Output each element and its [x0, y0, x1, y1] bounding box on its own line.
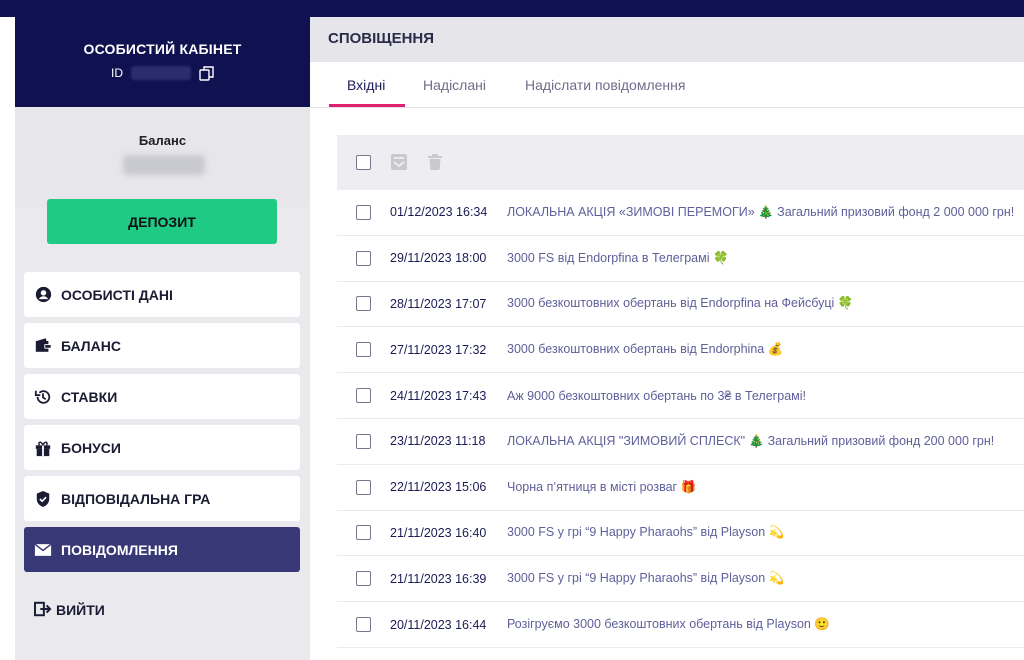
- sidebar-item-label: ОСОБИСТІ ДАНІ: [61, 286, 173, 303]
- copy-icon[interactable]: [199, 65, 215, 81]
- gift-icon: [34, 439, 52, 457]
- sidebar-menu: ОСОБИСТІ ДАНІ БАЛАНС СТАВКИ БОНУСИ ВІДПО…: [24, 272, 300, 578]
- sidebar-item-label: БАЛАНС: [61, 337, 121, 354]
- message-subject[interactable]: 3000 FS у грі “9 Happy Pharaohs” від Pla…: [507, 571, 784, 586]
- table-row[interactable]: 27/11/2023 17:32 3000 безкоштовних оберт…: [337, 327, 1024, 374]
- main-content: СПОВІЩЕННЯ Вхідні Надіслані Надіслати по…: [310, 17, 1024, 660]
- table-row[interactable]: 22/11/2023 15:06 Чорна п’ятниця в місті …: [337, 465, 1024, 511]
- table-row[interactable]: 29/11/2023 18:00 3000 FS від Endorpfina …: [337, 236, 1024, 282]
- sidebar-item-personal-data[interactable]: ОСОБИСТІ ДАНІ: [24, 272, 300, 317]
- logout-icon: [34, 601, 52, 619]
- balance-label: Баланс: [138, 133, 187, 148]
- envelope-icon: [34, 541, 52, 559]
- table-row[interactable]: 01/12/2023 16:34 ЛОКАЛЬНА АКЦІЯ «ЗИМОВІ …: [337, 190, 1024, 236]
- message-subject[interactable]: Аж 9000 безкоштовних обертань по 3₴ в Те…: [507, 389, 806, 403]
- row-checkbox[interactable]: [356, 204, 371, 220]
- logout-label: ВИЙТИ: [56, 602, 105, 618]
- sidebar-item-balance[interactable]: БАЛАНС: [24, 323, 300, 368]
- message-subject[interactable]: 3000 безкоштовних обертань від Endorphin…: [507, 342, 783, 357]
- id-label: ID: [111, 66, 123, 80]
- user-icon: [34, 286, 52, 304]
- shield-icon: [34, 490, 52, 508]
- message-date: 23/11/2023 11:18: [390, 434, 486, 449]
- message-date: 21/11/2023 16:39: [390, 571, 487, 586]
- sidebar-item-label: БОНУСИ: [61, 439, 121, 456]
- sidebar-item-label: ПОВІДОМЛЕННЯ: [61, 541, 178, 558]
- active-tab-indicator: [329, 104, 405, 107]
- logout-button[interactable]: ВИЙТИ: [34, 601, 105, 619]
- balance-value-hidden: [123, 155, 205, 175]
- sidebar-item-bonuses[interactable]: БОНУСИ: [24, 425, 300, 470]
- table-row[interactable]: 28/11/2023 17:07 3000 безкоштовних оберт…: [337, 282, 1024, 328]
- wallet-icon: [34, 337, 52, 355]
- row-checkbox[interactable]: [356, 388, 371, 404]
- row-checkbox[interactable]: [356, 342, 371, 358]
- sidebar-item-label: ВІДПОВІДАЛЬНА ГРА: [61, 490, 211, 507]
- select-all-checkbox[interactable]: [356, 155, 371, 170]
- sidebar: ОСОБИСТИЙ КАБІНЕТ ID Баланс ДЕПОЗИТ ОСОБ…: [15, 17, 310, 660]
- table-row[interactable]: 21/11/2023 16:40 3000 FS у грі “9 Happy …: [337, 511, 1024, 557]
- user-id: ID: [111, 65, 215, 81]
- message-date: 29/11/2023 18:00: [390, 251, 487, 266]
- trash-icon[interactable]: [427, 153, 445, 171]
- deposit-button[interactable]: ДЕПОЗИТ: [47, 199, 277, 244]
- sidebar-item-messages[interactable]: ПОВІДОМЛЕННЯ: [24, 527, 300, 572]
- sidebar-item-bets[interactable]: СТАВКИ: [24, 374, 300, 419]
- profile-title: ОСОБИСТИЙ КАБІНЕТ: [83, 41, 242, 57]
- message-subject[interactable]: 3000 FS від Endorpfina в Телеграмі 🍀: [507, 251, 729, 266]
- message-date: 20/11/2023 16:44: [390, 617, 487, 632]
- message-toolbar: [337, 135, 1024, 190]
- row-checkbox[interactable]: [356, 250, 371, 266]
- table-row[interactable]: 21/11/2023 16:39 3000 FS у грі “9 Happy …: [337, 556, 1024, 603]
- message-date: 21/11/2023 16:40: [390, 525, 487, 540]
- row-checkbox[interactable]: [356, 433, 371, 449]
- mark-read-icon[interactable]: [390, 153, 408, 171]
- message-date: 01/12/2023 16:34: [390, 205, 488, 220]
- message-date: 28/11/2023 17:07: [390, 296, 487, 311]
- row-checkbox[interactable]: [356, 479, 371, 495]
- message-subject[interactable]: Розігруємо 3000 безкоштовних обертань ві…: [507, 617, 830, 632]
- row-checkbox[interactable]: [356, 571, 371, 587]
- left-gutter: [0, 17, 15, 660]
- message-date: 24/11/2023 17:43: [390, 388, 487, 403]
- message-subject[interactable]: ЛОКАЛЬНА АКЦІЯ «ЗИМОВІ ПЕРЕМОГИ» 🎄 Загал…: [507, 205, 1014, 220]
- balance-block: Баланс: [15, 107, 310, 207]
- message-subject[interactable]: 3000 безкоштовних обертань від Endorpfin…: [507, 296, 853, 311]
- message-subject[interactable]: ЛОКАЛЬНА АКЦІЯ "ЗИМОВИЙ СПЛЕСК" 🎄 Загаль…: [507, 434, 994, 449]
- message-list: 01/12/2023 16:34 ЛОКАЛЬНА АКЦІЯ «ЗИМОВІ …: [337, 190, 1024, 648]
- history-icon: [34, 388, 52, 406]
- page-header: СПОВІЩЕННЯ: [310, 17, 1024, 62]
- tab-send-message[interactable]: Надіслати повідомлення: [525, 77, 685, 93]
- message-date: 27/11/2023 17:32: [390, 342, 487, 357]
- row-checkbox[interactable]: [356, 617, 371, 633]
- table-row[interactable]: 20/11/2023 16:44 Розігруємо 3000 безкошт…: [337, 602, 1024, 648]
- tab-bar: Вхідні Надіслані Надіслати повідомлення: [310, 62, 1024, 108]
- message-date: 22/11/2023 15:06: [390, 480, 487, 495]
- table-row[interactable]: 23/11/2023 11:18 ЛОКАЛЬНА АКЦІЯ "ЗИМОВИЙ…: [337, 419, 1024, 465]
- page-title: СПОВІЩЕННЯ: [328, 30, 435, 47]
- profile-header: ОСОБИСТИЙ КАБІНЕТ ID: [15, 17, 310, 107]
- message-subject[interactable]: 3000 FS у грі “9 Happy Pharaohs” від Pla…: [507, 525, 784, 540]
- table-row[interactable]: 24/11/2023 17:43 Аж 9000 безкоштовних об…: [337, 373, 1024, 419]
- top-bar: [0, 0, 1024, 17]
- tab-inbox[interactable]: Вхідні: [347, 77, 385, 93]
- row-checkbox[interactable]: [356, 525, 371, 541]
- sidebar-item-label: СТАВКИ: [61, 388, 118, 405]
- tab-sent[interactable]: Надіслані: [423, 77, 486, 93]
- id-value-hidden: [131, 66, 191, 80]
- row-checkbox[interactable]: [356, 296, 371, 312]
- sidebar-item-responsible-gaming[interactable]: ВІДПОВІДАЛЬНА ГРА: [24, 476, 300, 521]
- message-subject[interactable]: Чорна п’ятниця в місті розваг 🎁: [507, 480, 696, 495]
